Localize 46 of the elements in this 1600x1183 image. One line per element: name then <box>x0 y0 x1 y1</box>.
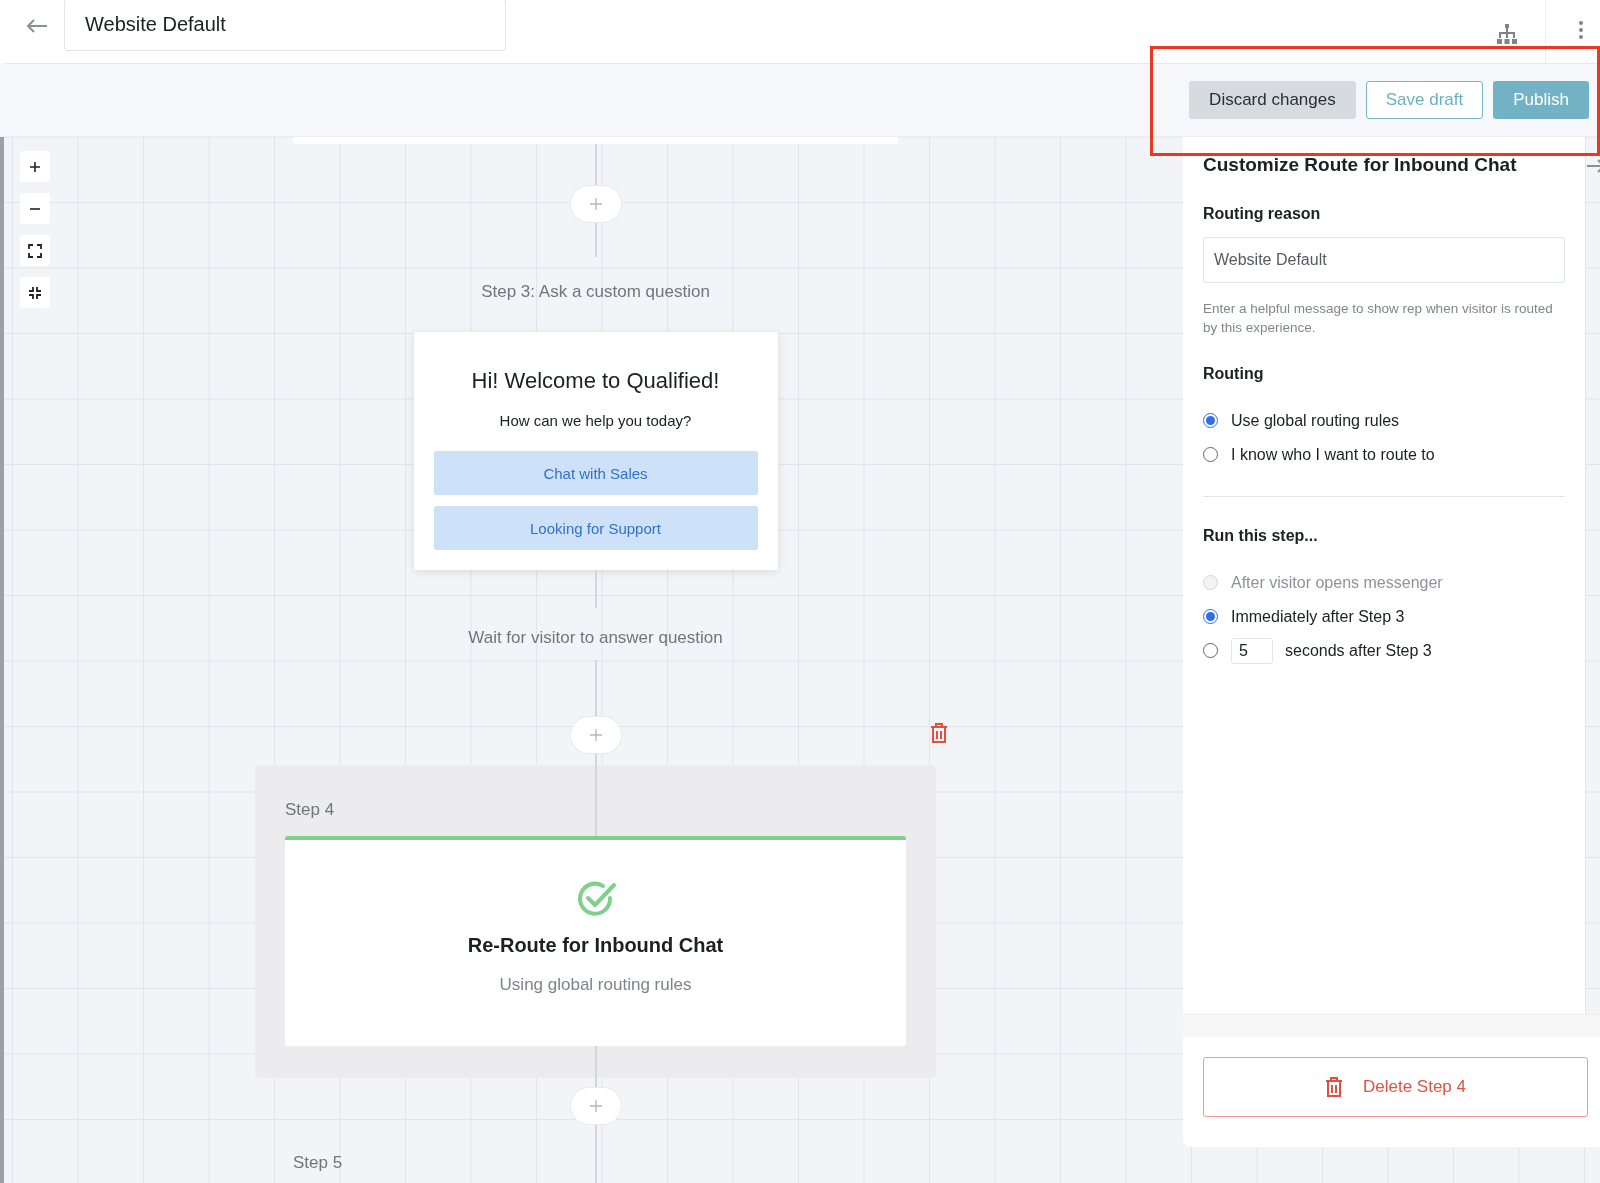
back-arrow-icon[interactable] <box>26 17 48 34</box>
discard-button[interactable]: Discard changes <box>1189 81 1356 119</box>
plus-icon <box>588 728 603 742</box>
option-label: seconds after Step 3 <box>1285 641 1432 660</box>
step-card[interactable]: Re-Route for Inbound Chat Using global routing rules <box>285 836 906 1046</box>
more-options-icon[interactable] <box>1578 19 1584 40</box>
step-label: Step 3: Ask a custom question <box>481 282 710 302</box>
step-description: Using global routing rules <box>499 975 692 995</box>
delete-step-button[interactable]: Delete Step 4 <box>1203 1057 1588 1117</box>
radio-button[interactable] <box>1203 609 1218 624</box>
zoom-out-button[interactable] <box>20 193 50 224</box>
message-text: How can we help you today? <box>499 412 692 429</box>
zoom-in-button[interactable] <box>20 151 50 182</box>
plus-icon <box>29 160 41 173</box>
trash-icon[interactable] <box>930 723 948 743</box>
panel-title: Customize Route for Inbound Chat <box>1203 153 1518 177</box>
help-text: Enter a helpful message to show rep when visitor is routed by this experience. <box>1203 300 1554 337</box>
radio-button[interactable] <box>1203 413 1218 428</box>
step-label: Step 5 <box>293 1153 343 1173</box>
option-label: I know who I want to route to <box>1231 445 1435 464</box>
fit-to-screen-button[interactable] <box>20 235 50 266</box>
answer-button[interactable]: Looking for Support <box>433 506 758 550</box>
answer-button[interactable]: Chat with Sales <box>433 451 758 495</box>
wait-label: Wait for visitor to answer question <box>468 628 723 648</box>
radio-button[interactable] <box>1203 447 1218 462</box>
option-label: Immediately after Step 3 <box>1231 607 1405 626</box>
section-label: Run this step... <box>1203 527 1319 545</box>
plus-icon <box>588 1099 603 1113</box>
step-label: Step 4 <box>285 800 335 820</box>
collapse-button[interactable] <box>20 277 50 308</box>
radio-button[interactable] <box>1203 643 1218 658</box>
collapse-arrow-icon[interactable] <box>1586 159 1600 173</box>
section-label: Routing reason <box>1203 205 1322 223</box>
message-title: Hi! Welcome to Qualified! <box>471 368 720 394</box>
seconds-field[interactable]: 5 <box>1231 637 1273 664</box>
option-label: After visitor opens messenger <box>1231 573 1443 592</box>
reason-field[interactable]: Website Default <box>1203 237 1565 283</box>
expand-icon <box>28 243 42 258</box>
step-title: Re-Route for Inbound Chat <box>467 934 724 957</box>
option-label: Use global routing rules <box>1231 411 1400 430</box>
trash-icon <box>1325 1077 1343 1097</box>
title-field[interactable]: Website Default <box>64 0 506 51</box>
plus-icon <box>588 197 603 211</box>
collapse-icon <box>28 285 42 300</box>
section-label: Routing <box>1203 365 1265 383</box>
hierarchy-icon[interactable] <box>1497 23 1517 44</box>
